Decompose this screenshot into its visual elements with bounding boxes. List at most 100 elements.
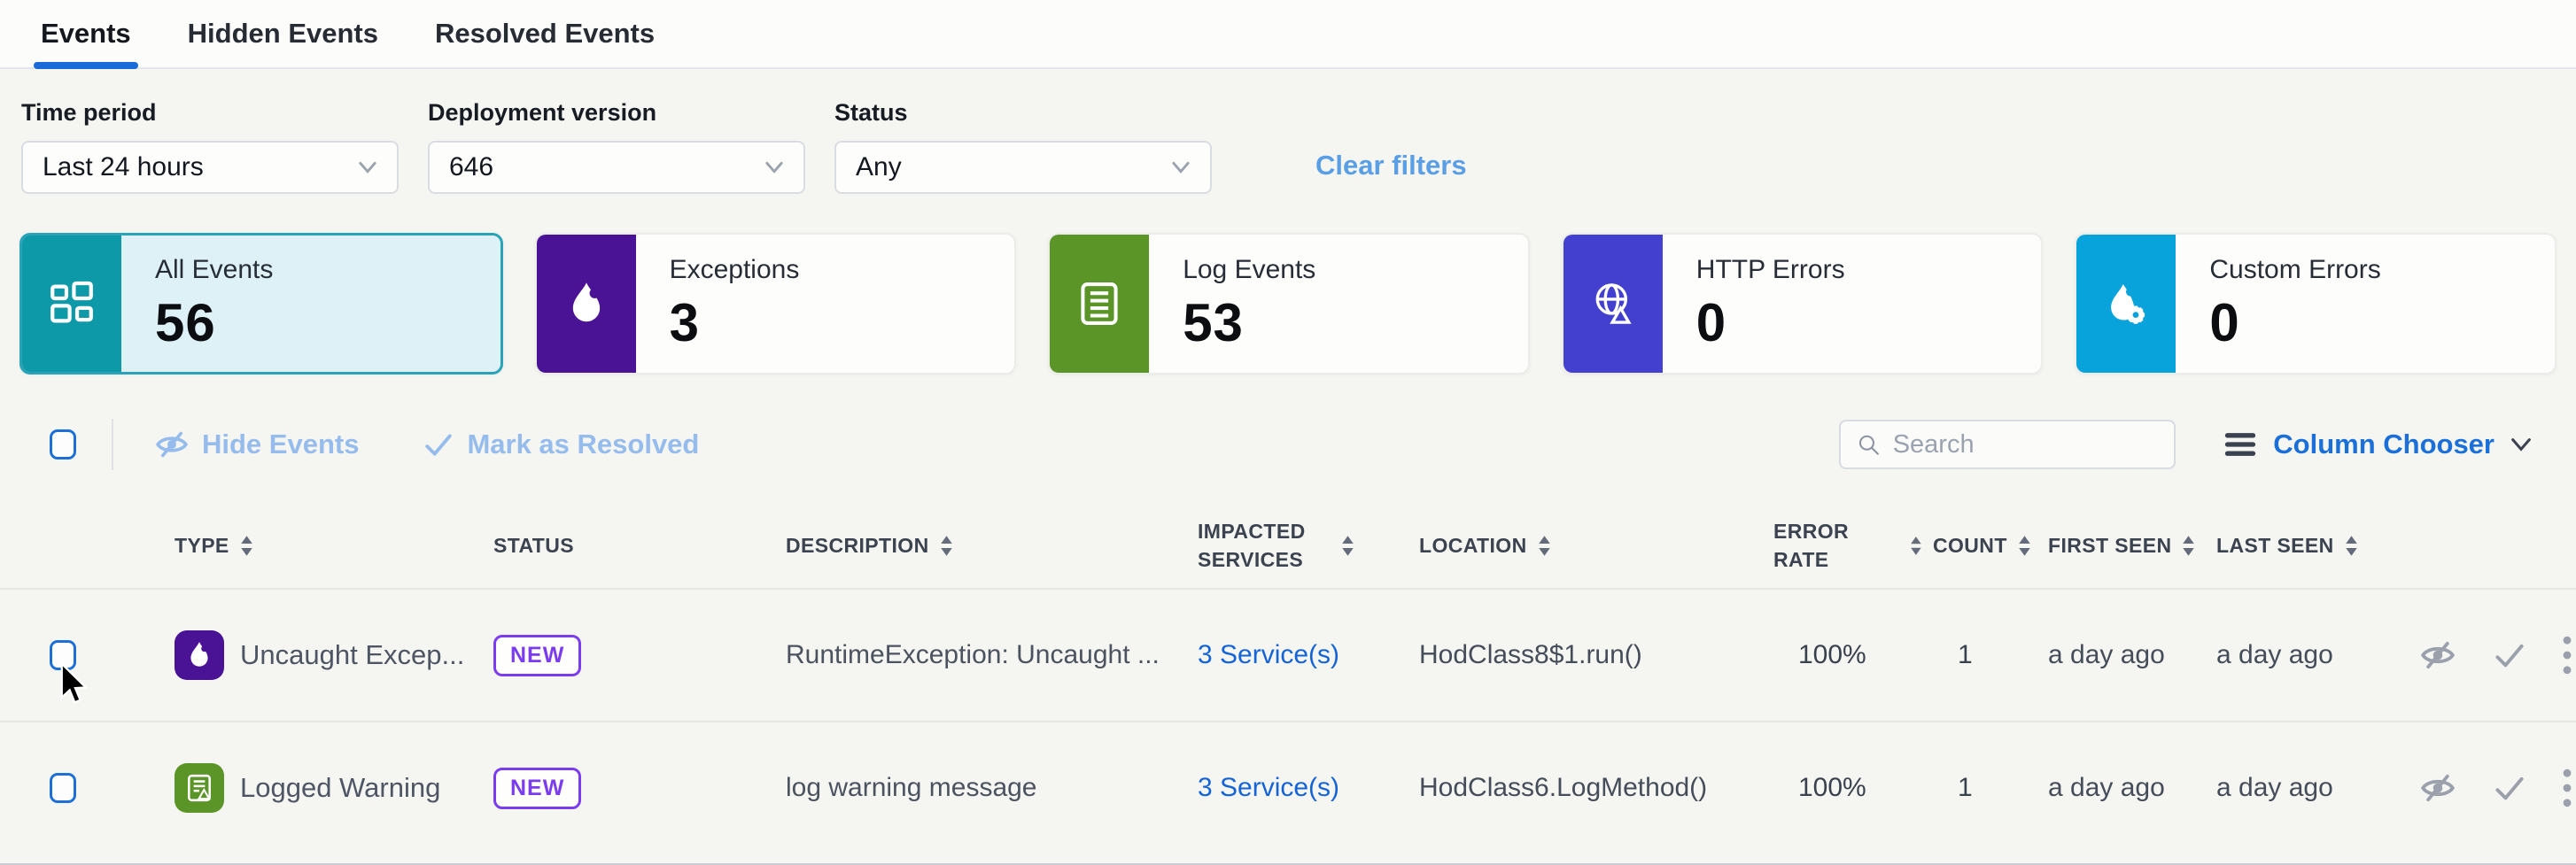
time-period-value: Last 24 hours [43,152,204,182]
hamburger-icon [2223,431,2257,458]
resolve-event-icon[interactable] [2493,773,2526,803]
status-select[interactable]: Any [834,141,1212,194]
column-header-location[interactable]: LOCATION [1408,534,1763,558]
card-label: All Events [155,255,273,285]
status-label: Status [834,99,1212,127]
mark-resolved-button[interactable]: Mark as Resolved [423,429,699,460]
column-header-last-seen[interactable]: LAST SEEN [2206,534,2374,558]
count-value: 1 [1922,773,2037,803]
column-label: COUNT [1933,534,2007,558]
chevron-down-icon [2510,437,2532,452]
search-icon [1857,431,1880,458]
card-all-events[interactable]: All Events 56 [19,233,503,375]
tab-bar: Events Hidden Events Resolved Events [0,0,2576,69]
column-header-count[interactable]: COUNT [1922,534,2037,558]
card-body: HTTP Errors 0 [1663,235,1845,373]
sort-icon [940,536,953,556]
card-value: 53 [1183,292,1315,353]
hide-events-button[interactable]: Hide Events [154,429,359,460]
card-value: 0 [1696,292,1845,353]
column-header-impacted-services[interactable]: IMPACTED SERVICES [1187,518,1408,573]
card-exceptions[interactable]: Exceptions 3 [535,233,1017,375]
column-header-type[interactable]: TYPE [164,534,483,558]
sort-icon [1538,536,1551,556]
table-header-row: TYPE STATUS DESCRIPTION IMPACTED SERVICE… [0,504,2576,588]
card-log-events[interactable]: Log Events 53 [1048,233,1530,375]
column-header-error-rate[interactable]: ERROR RATE [1763,518,1922,573]
table-row[interactable]: Uncaught Excep... NEW RuntimeException: … [0,588,2576,721]
card-http-errors[interactable]: HTTP Errors 0 [1562,233,2044,375]
card-label: Custom Errors [2209,255,2380,285]
first-seen-value: a day ago [2037,773,2206,803]
clear-filters-button[interactable]: Clear filters [1315,150,1467,181]
log-document-icon [1050,235,1149,373]
card-body: Custom Errors 0 [2176,235,2380,373]
status-badge: NEW [493,635,581,676]
check-icon [423,430,454,459]
tab-hidden-events[interactable]: Hidden Events [188,0,378,67]
status-badge: NEW [493,768,581,809]
deployment-version-value: 646 [449,152,493,182]
card-value: 3 [670,292,800,353]
column-header-description[interactable]: DESCRIPTION [775,534,1187,558]
eye-off-icon [154,429,190,460]
column-label: LOCATION [1419,534,1527,558]
count-value: 1 [1922,640,2037,670]
kebab-menu-icon[interactable] [2562,636,2572,675]
card-label: Exceptions [670,255,800,285]
impacted-services-link[interactable]: 3 Service(s) [1187,773,1408,803]
flame-gear-icon [2076,235,2176,373]
hide-event-icon[interactable] [2418,639,2457,671]
sort-icon [2182,536,2195,556]
log-warning-type-icon [175,763,224,813]
row-checkbox[interactable] [50,640,76,670]
card-value: 0 [2209,292,2380,353]
summary-cards: All Events 56 Exceptions 3 Log [0,194,2576,375]
time-period-select[interactable]: Last 24 hours [21,141,399,194]
filter-status: Status Any [834,99,1212,194]
resolve-event-icon[interactable] [2493,640,2526,670]
column-label: LAST SEEN [2216,534,2334,558]
kebab-menu-icon[interactable] [2562,768,2572,807]
last-seen-value: a day ago [2206,640,2374,670]
sort-icon [240,536,253,556]
row-checkbox[interactable] [50,773,76,803]
tab-resolved-events[interactable]: Resolved Events [435,0,655,67]
exception-type-icon [175,630,224,680]
sort-icon [1341,536,1354,556]
events-table: TYPE STATUS DESCRIPTION IMPACTED SERVICE… [0,504,2576,853]
deployment-version-select[interactable]: 646 [428,141,805,194]
card-body: Log Events 53 [1149,235,1315,373]
tab-events[interactable]: Events [41,0,131,67]
error-rate-value: 100% [1763,773,1922,803]
column-label: TYPE [175,534,229,558]
event-location: HodClass8$1.run() [1408,640,1763,670]
column-chooser-label: Column Chooser [2273,429,2495,460]
event-type-label: Uncaught Excep... [240,639,464,671]
chevron-down-icon [764,161,784,174]
card-value: 56 [155,292,273,353]
column-label: STATUS [493,534,574,558]
column-chooser-button[interactable]: Column Chooser [2223,429,2532,460]
impacted-services-link[interactable]: 3 Service(s) [1187,640,1408,670]
deployment-version-label: Deployment version [428,99,805,127]
dashboard-icon [22,236,121,372]
flame-icon [537,235,636,373]
last-seen-value: a day ago [2206,773,2374,803]
card-body: All Events 56 [121,236,273,372]
event-description: log warning message [775,773,1187,803]
time-period-label: Time period [21,99,399,127]
search-input[interactable] [1893,430,2159,460]
table-row[interactable]: Logged Warning NEW log warning message 3… [0,721,2576,853]
card-label: HTTP Errors [1696,255,1845,285]
event-description: RuntimeException: Uncaught ... [775,640,1187,670]
filters-bar: Time period Last 24 hours Deployment ver… [0,69,2576,194]
column-header-status: STATUS [483,534,775,558]
sort-icon [1910,536,1922,556]
hide-event-icon[interactable] [2418,772,2457,804]
select-all-checkbox[interactable] [50,429,76,460]
column-header-first-seen[interactable]: FIRST SEEN [2037,534,2206,558]
column-label: ERROR RATE [1773,518,1899,573]
chevron-down-icon [358,161,377,174]
card-custom-errors[interactable]: Custom Errors 0 [2075,233,2557,375]
